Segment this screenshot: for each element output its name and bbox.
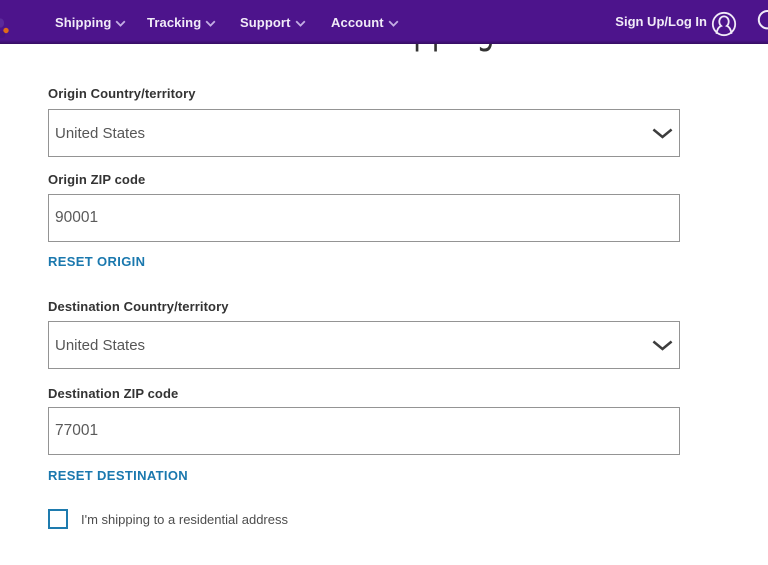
- chevron-down-icon: [295, 20, 305, 27]
- signup-login-link[interactable]: Sign Up/Log In: [615, 0, 707, 44]
- destination-country-value: United States: [55, 336, 146, 354]
- chevron-down-icon: [652, 340, 673, 351]
- destination-country-select[interactable]: United States: [48, 321, 680, 369]
- origin-country-value: United States: [55, 124, 146, 142]
- chevron-down-icon: [115, 20, 126, 27]
- origin-zip-label: Origin ZIP code: [48, 172, 146, 187]
- nav-item-account-label: Account: [331, 14, 384, 30]
- top-nav-bar: Shipping Tracking Support Account Sign U…: [0, 0, 768, 44]
- fedex-logo-fragment[interactable]: [0, 14, 14, 40]
- nav-item-account[interactable]: Account: [331, 0, 399, 44]
- residential-checkbox-row: I'm shipping to a residential address: [48, 509, 288, 529]
- reset-origin-link[interactable]: RESET ORIGIN: [48, 254, 145, 269]
- origin-country-label: Origin Country/territory: [48, 86, 196, 101]
- chevron-down-icon: [652, 128, 673, 139]
- nav-item-support-label: Support: [240, 14, 291, 30]
- nav-item-shipping-label: Shipping: [55, 14, 112, 30]
- destination-zip-label: Destination ZIP code: [48, 386, 179, 401]
- origin-zip-input[interactable]: [48, 194, 680, 242]
- chevron-down-icon: [388, 20, 399, 27]
- origin-country-select[interactable]: United States: [48, 109, 680, 157]
- nav-item-shipping[interactable]: Shipping: [55, 0, 126, 44]
- page: Calculate FedEx shipping rates Shipping …: [0, 0, 768, 565]
- reset-destination-link[interactable]: RESET DESTINATION: [48, 468, 188, 483]
- nav-item-tracking-label: Tracking: [147, 14, 202, 30]
- residential-checkbox-label: I'm shipping to a residential address: [81, 511, 288, 527]
- search-icon[interactable]: [756, 10, 768, 30]
- user-icon[interactable]: [711, 11, 737, 37]
- destination-zip-input[interactable]: [48, 407, 680, 455]
- chevron-down-icon: [205, 20, 216, 27]
- nav-item-tracking[interactable]: Tracking: [147, 0, 216, 44]
- nav-item-support[interactable]: Support: [240, 0, 306, 44]
- residential-checkbox[interactable]: [48, 509, 68, 529]
- destination-country-label: Destination Country/territory: [48, 299, 229, 314]
